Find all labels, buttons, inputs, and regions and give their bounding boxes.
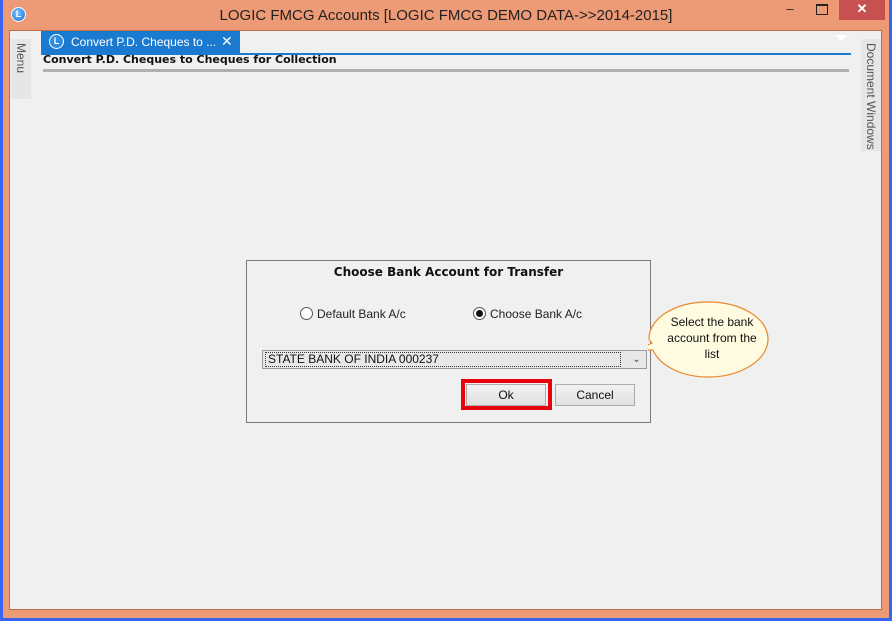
tab-list-dropdown-icon[interactable] xyxy=(835,35,847,41)
window-title: LOGIC FMCG Accounts [LOGIC FMCG DEMO DAT… xyxy=(219,7,673,24)
dialog-title: Choose Bank Account for Transfer xyxy=(333,265,564,279)
radio-default-bank-label: Default Bank A/c xyxy=(317,307,406,321)
tab-close-icon[interactable]: ✕ xyxy=(221,33,233,50)
tab-convert-pd-cheques[interactable]: L Convert P.D. Cheques to ... ✕ xyxy=(41,31,240,53)
radio-choose-bank[interactable]: Choose Bank A/c xyxy=(473,307,582,321)
ok-button[interactable]: Ok xyxy=(466,384,546,406)
minimize-icon: – xyxy=(786,1,794,16)
radio-choose-bank-label: Choose Bank A/c xyxy=(490,307,583,321)
radio-choose-bank-circle[interactable] xyxy=(473,307,486,320)
menu-panel-label: Menu xyxy=(14,43,28,74)
bank-account-select[interactable]: STATE BANK OF INDIA 000237 ⌄ xyxy=(262,350,647,369)
chevron-down-icon[interactable]: ⌄ xyxy=(628,352,645,367)
bank-account-value: STATE BANK OF INDIA 000237 xyxy=(265,352,621,367)
close-icon: ✕ xyxy=(856,1,868,16)
tab-label: Convert P.D. Cheques to ... xyxy=(71,35,217,49)
document-windows-side-panel[interactable]: Document Windows xyxy=(861,39,881,151)
radio-default-bank-circle[interactable] xyxy=(300,307,313,320)
document-windows-label: Document Windows xyxy=(864,43,878,150)
title-bar[interactable]: L LOGIC FMCG Accounts [LOGIC FMCG DEMO D… xyxy=(3,0,889,30)
close-button[interactable]: ✕ xyxy=(839,0,885,20)
tab-app-icon: L xyxy=(49,34,64,49)
cancel-button[interactable]: Cancel xyxy=(555,384,635,406)
radio-default-bank[interactable]: Default Bank A/c xyxy=(300,307,406,321)
choose-bank-dialog: Choose Bank Account for Transfer Default… xyxy=(246,260,651,423)
minimize-button[interactable]: – xyxy=(776,0,804,20)
page-title: Convert P.D. Cheques to Cheques for Coll… xyxy=(43,53,337,66)
heading-divider xyxy=(43,69,849,72)
maximize-button[interactable] xyxy=(808,0,836,20)
maximize-icon xyxy=(816,4,828,15)
document-tab-strip: L Convert P.D. Cheques to ... ✕ xyxy=(41,31,851,55)
client-area: Menu Document Windows L Convert P.D. Che… xyxy=(9,30,882,610)
callout-text: Select the bank account from the list xyxy=(667,315,757,361)
menu-side-panel[interactable]: Menu xyxy=(11,39,31,99)
application-window: L LOGIC FMCG Accounts [LOGIC FMCG DEMO D… xyxy=(3,0,889,618)
